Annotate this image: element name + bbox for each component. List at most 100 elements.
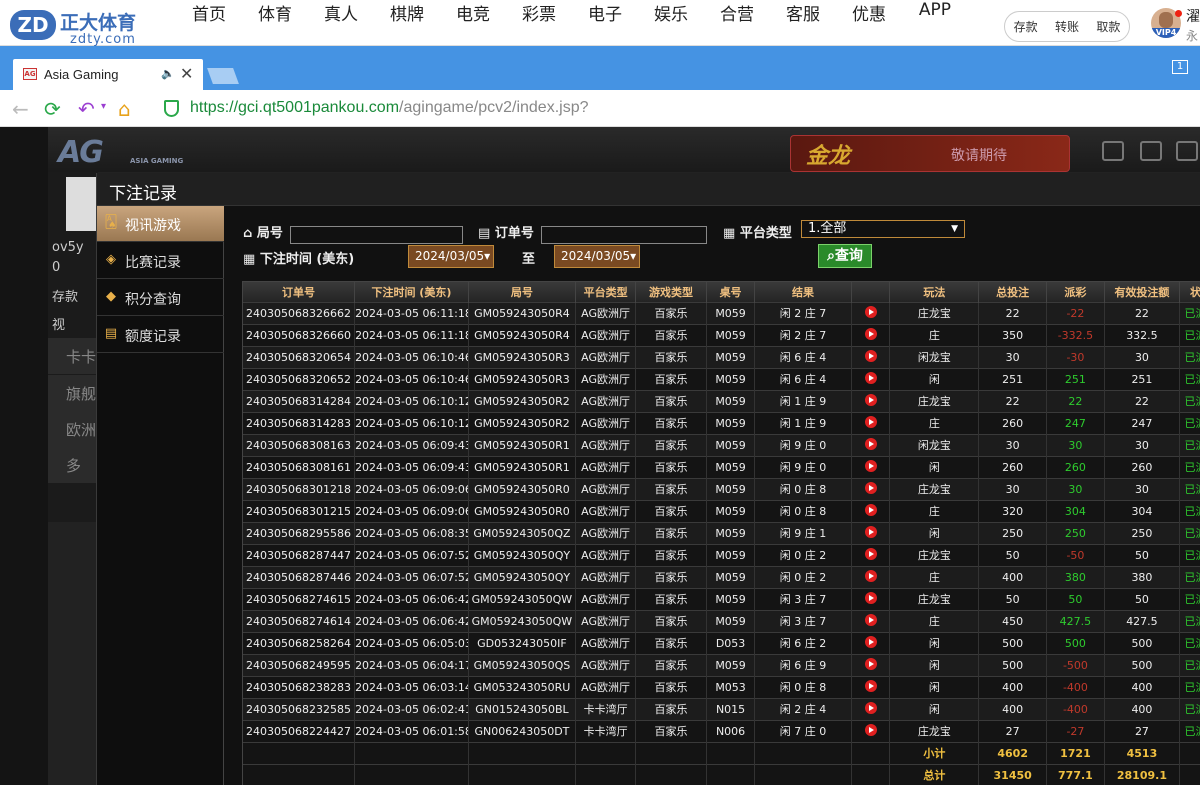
nav-item[interactable]: 首页 bbox=[176, 0, 242, 46]
nav-item[interactable]: 优惠 bbox=[836, 0, 902, 46]
table-row[interactable]: 240305068314284 2024-03-05 06:10:12 GM0592… bbox=[243, 389, 1200, 412]
play-video-icon[interactable] bbox=[864, 503, 877, 516]
play-video-icon[interactable] bbox=[864, 481, 877, 494]
column-header[interactable]: 总投注 bbox=[978, 282, 1047, 302]
play-video-icon[interactable] bbox=[864, 415, 877, 428]
site-logo[interactable]: ZD 正大体育 zdty.com bbox=[10, 6, 140, 47]
menu-item-2[interactable]: ◈ 比赛记录 bbox=[97, 243, 224, 279]
reload-icon[interactable]: ⟳ bbox=[44, 97, 61, 121]
nav-item[interactable]: 客服 bbox=[770, 0, 836, 46]
undo-icon[interactable]: ↶ bbox=[78, 97, 95, 121]
platform-select[interactable]: 1.全部 ▼ bbox=[801, 220, 965, 238]
play-video-icon[interactable] bbox=[864, 613, 877, 626]
play-video-icon[interactable] bbox=[864, 327, 877, 340]
play-video-icon[interactable] bbox=[864, 349, 877, 362]
account-action-button[interactable]: 存款 bbox=[1014, 18, 1038, 35]
column-header[interactable]: 下注时间 (美东) bbox=[354, 282, 469, 302]
play-video-icon[interactable] bbox=[864, 723, 877, 736]
lobby-item-kaka[interactable]: 卡卡 bbox=[48, 338, 98, 374]
table-row[interactable]: 240305068295586 2024-03-05 06:08:35 GM0592… bbox=[243, 521, 1200, 544]
menu-item-3[interactable]: ◆ 积分查询 bbox=[97, 280, 224, 316]
deposit-link[interactable]: 存款 bbox=[52, 286, 78, 305]
table-row[interactable]: 240305068274615 2024-03-05 06:06:42 GM0592… bbox=[243, 587, 1200, 610]
order-input[interactable] bbox=[541, 226, 707, 244]
nav-item[interactable]: 体育 bbox=[242, 0, 308, 46]
column-header[interactable]: 玩法 bbox=[889, 282, 980, 302]
play-video-icon[interactable] bbox=[864, 393, 877, 406]
account-action-button[interactable]: 转账 bbox=[1055, 18, 1079, 35]
column-header[interactable]: 桌号 bbox=[706, 282, 756, 302]
table-row[interactable]: 240305068274614 2024-03-05 06:06:42 GM0592… bbox=[243, 609, 1200, 632]
home-icon[interactable]: ⌂ bbox=[118, 97, 131, 121]
new-tab-button[interactable] bbox=[207, 68, 239, 84]
play-video-icon[interactable] bbox=[864, 635, 877, 648]
menu-item-1[interactable]: 🂡 视讯游戏 bbox=[97, 206, 224, 242]
play-video-icon[interactable] bbox=[864, 305, 877, 318]
menu-item-4[interactable]: ▤ 额度记录 bbox=[97, 317, 224, 353]
nav-item[interactable]: 电竞 bbox=[440, 0, 506, 46]
nav-item[interactable]: 电子 bbox=[572, 0, 638, 46]
column-header[interactable]: 游戏类型 bbox=[635, 282, 707, 302]
table-row[interactable]: 240305068326662 2024-03-05 06:11:18 GM0592… bbox=[243, 301, 1200, 324]
column-header[interactable]: 状态 bbox=[1179, 282, 1200, 302]
play-video-icon[interactable] bbox=[864, 547, 877, 560]
play-video-icon[interactable] bbox=[864, 371, 877, 384]
lobby-item-flagship[interactable]: 旗舰 bbox=[48, 375, 98, 411]
close-tab-icon[interactable]: ✕ bbox=[180, 64, 193, 83]
nav-item[interactable]: 彩票 bbox=[506, 0, 572, 46]
nav-item[interactable]: 合营 bbox=[704, 0, 770, 46]
table-row[interactable]: 240305068308161 2024-03-05 06:09:43 GM0592… bbox=[243, 455, 1200, 478]
nav-item[interactable]: 真人 bbox=[308, 0, 374, 46]
play-video-icon[interactable] bbox=[864, 591, 877, 604]
play-video-icon[interactable] bbox=[864, 701, 877, 714]
table-row[interactable]: 240305068301218 2024-03-05 06:09:06 GM0592… bbox=[243, 477, 1200, 500]
play-video-icon[interactable] bbox=[864, 657, 877, 670]
column-header[interactable]: 结果 bbox=[754, 282, 852, 302]
query-button[interactable]: ⌕查询 bbox=[818, 244, 872, 268]
column-header[interactable]: 派彩 bbox=[1046, 282, 1105, 302]
table-row[interactable]: 240305068308163 2024-03-05 06:09:43 GM0592… bbox=[243, 433, 1200, 456]
lobby-item-more[interactable]: 多 bbox=[48, 447, 98, 483]
promo-banner[interactable]: 金龙 敬请期待 bbox=[790, 135, 1070, 172]
play-video-icon[interactable] bbox=[864, 459, 877, 472]
play-video-icon[interactable] bbox=[864, 437, 877, 450]
browser-tab[interactable]: AG Asia Gaming 🔈 ✕ bbox=[13, 59, 203, 90]
lobby-item-europe[interactable]: 欧洲 bbox=[48, 411, 98, 447]
table-row[interactable]: 240305068258264 2024-03-05 06:05:03 GD0532… bbox=[243, 631, 1200, 654]
date-from-select[interactable]: 2024/03/05▾ bbox=[408, 245, 494, 268]
play-video-icon[interactable] bbox=[864, 525, 877, 538]
table-row[interactable]: 240305068314283 2024-03-05 06:10:12 GM0592… bbox=[243, 411, 1200, 434]
shield-icon[interactable] bbox=[164, 100, 179, 117]
account-action-button[interactable]: 取款 bbox=[1096, 18, 1120, 35]
table-row[interactable]: 240305068301215 2024-03-05 06:09:06 GM0592… bbox=[243, 499, 1200, 522]
url-field[interactable]: https://gci.qt5001pankou.com/agingame/pc… bbox=[190, 99, 588, 117]
column-header[interactable]: 局号 bbox=[468, 282, 577, 302]
speaker-icon[interactable]: 🔈 bbox=[161, 67, 175, 80]
play-video-icon[interactable] bbox=[864, 679, 877, 692]
back-arrow-icon[interactable]: ← bbox=[12, 97, 29, 121]
play-video-icon[interactable] bbox=[864, 569, 877, 582]
chevron-down-icon[interactable]: ▾ bbox=[101, 101, 106, 112]
table-row[interactable]: 240305068238283 2024-03-05 06:03:14 GM0532… bbox=[243, 675, 1200, 698]
table-row[interactable]: 240305068224427 2024-03-05 06:01:58 GN0062… bbox=[243, 719, 1200, 742]
table-row[interactable]: 240305068320652 2024-03-05 06:10:46 GM0592… bbox=[243, 367, 1200, 390]
settings-icon[interactable] bbox=[1176, 141, 1198, 161]
video-link[interactable]: 视 bbox=[52, 314, 65, 333]
table-row[interactable]: 240305068326660 2024-03-05 06:11:18 GM0592… bbox=[243, 323, 1200, 346]
nav-item[interactable]: 娱乐 bbox=[638, 0, 704, 46]
nav-item[interactable]: 棋牌 bbox=[374, 0, 440, 46]
round-input[interactable] bbox=[290, 226, 463, 244]
date-to-select[interactable]: 2024/03/05▾ bbox=[554, 245, 640, 268]
table-row[interactable]: 240305068249595 2024-03-05 06:04:17 GM0592… bbox=[243, 653, 1200, 676]
flag-icon[interactable] bbox=[1140, 141, 1162, 161]
column-header[interactable]: 订单号 bbox=[243, 282, 356, 302]
table-row[interactable]: 240305068232585 2024-03-05 06:02:41 GN0152… bbox=[243, 697, 1200, 720]
column-header[interactable]: 平台类型 bbox=[575, 282, 637, 302]
table-row[interactable]: 240305068320654 2024-03-05 06:10:46 GM0592… bbox=[243, 345, 1200, 368]
bet-table-container[interactable]: 订单号下注时间 (美东)局号平台类型游戏类型桌号结果 玩法总投注派彩有效投注额状态… bbox=[242, 281, 1200, 785]
table-row[interactable]: 240305068287447 2024-03-05 06:07:52 GM0592… bbox=[243, 543, 1200, 566]
vip-icon[interactable] bbox=[1102, 141, 1124, 161]
tab-count[interactable]: 1 bbox=[1172, 60, 1188, 74]
column-header[interactable]: 有效投注额 bbox=[1104, 282, 1180, 302]
table-row[interactable]: 240305068287446 2024-03-05 06:07:52 GM0592… bbox=[243, 565, 1200, 588]
